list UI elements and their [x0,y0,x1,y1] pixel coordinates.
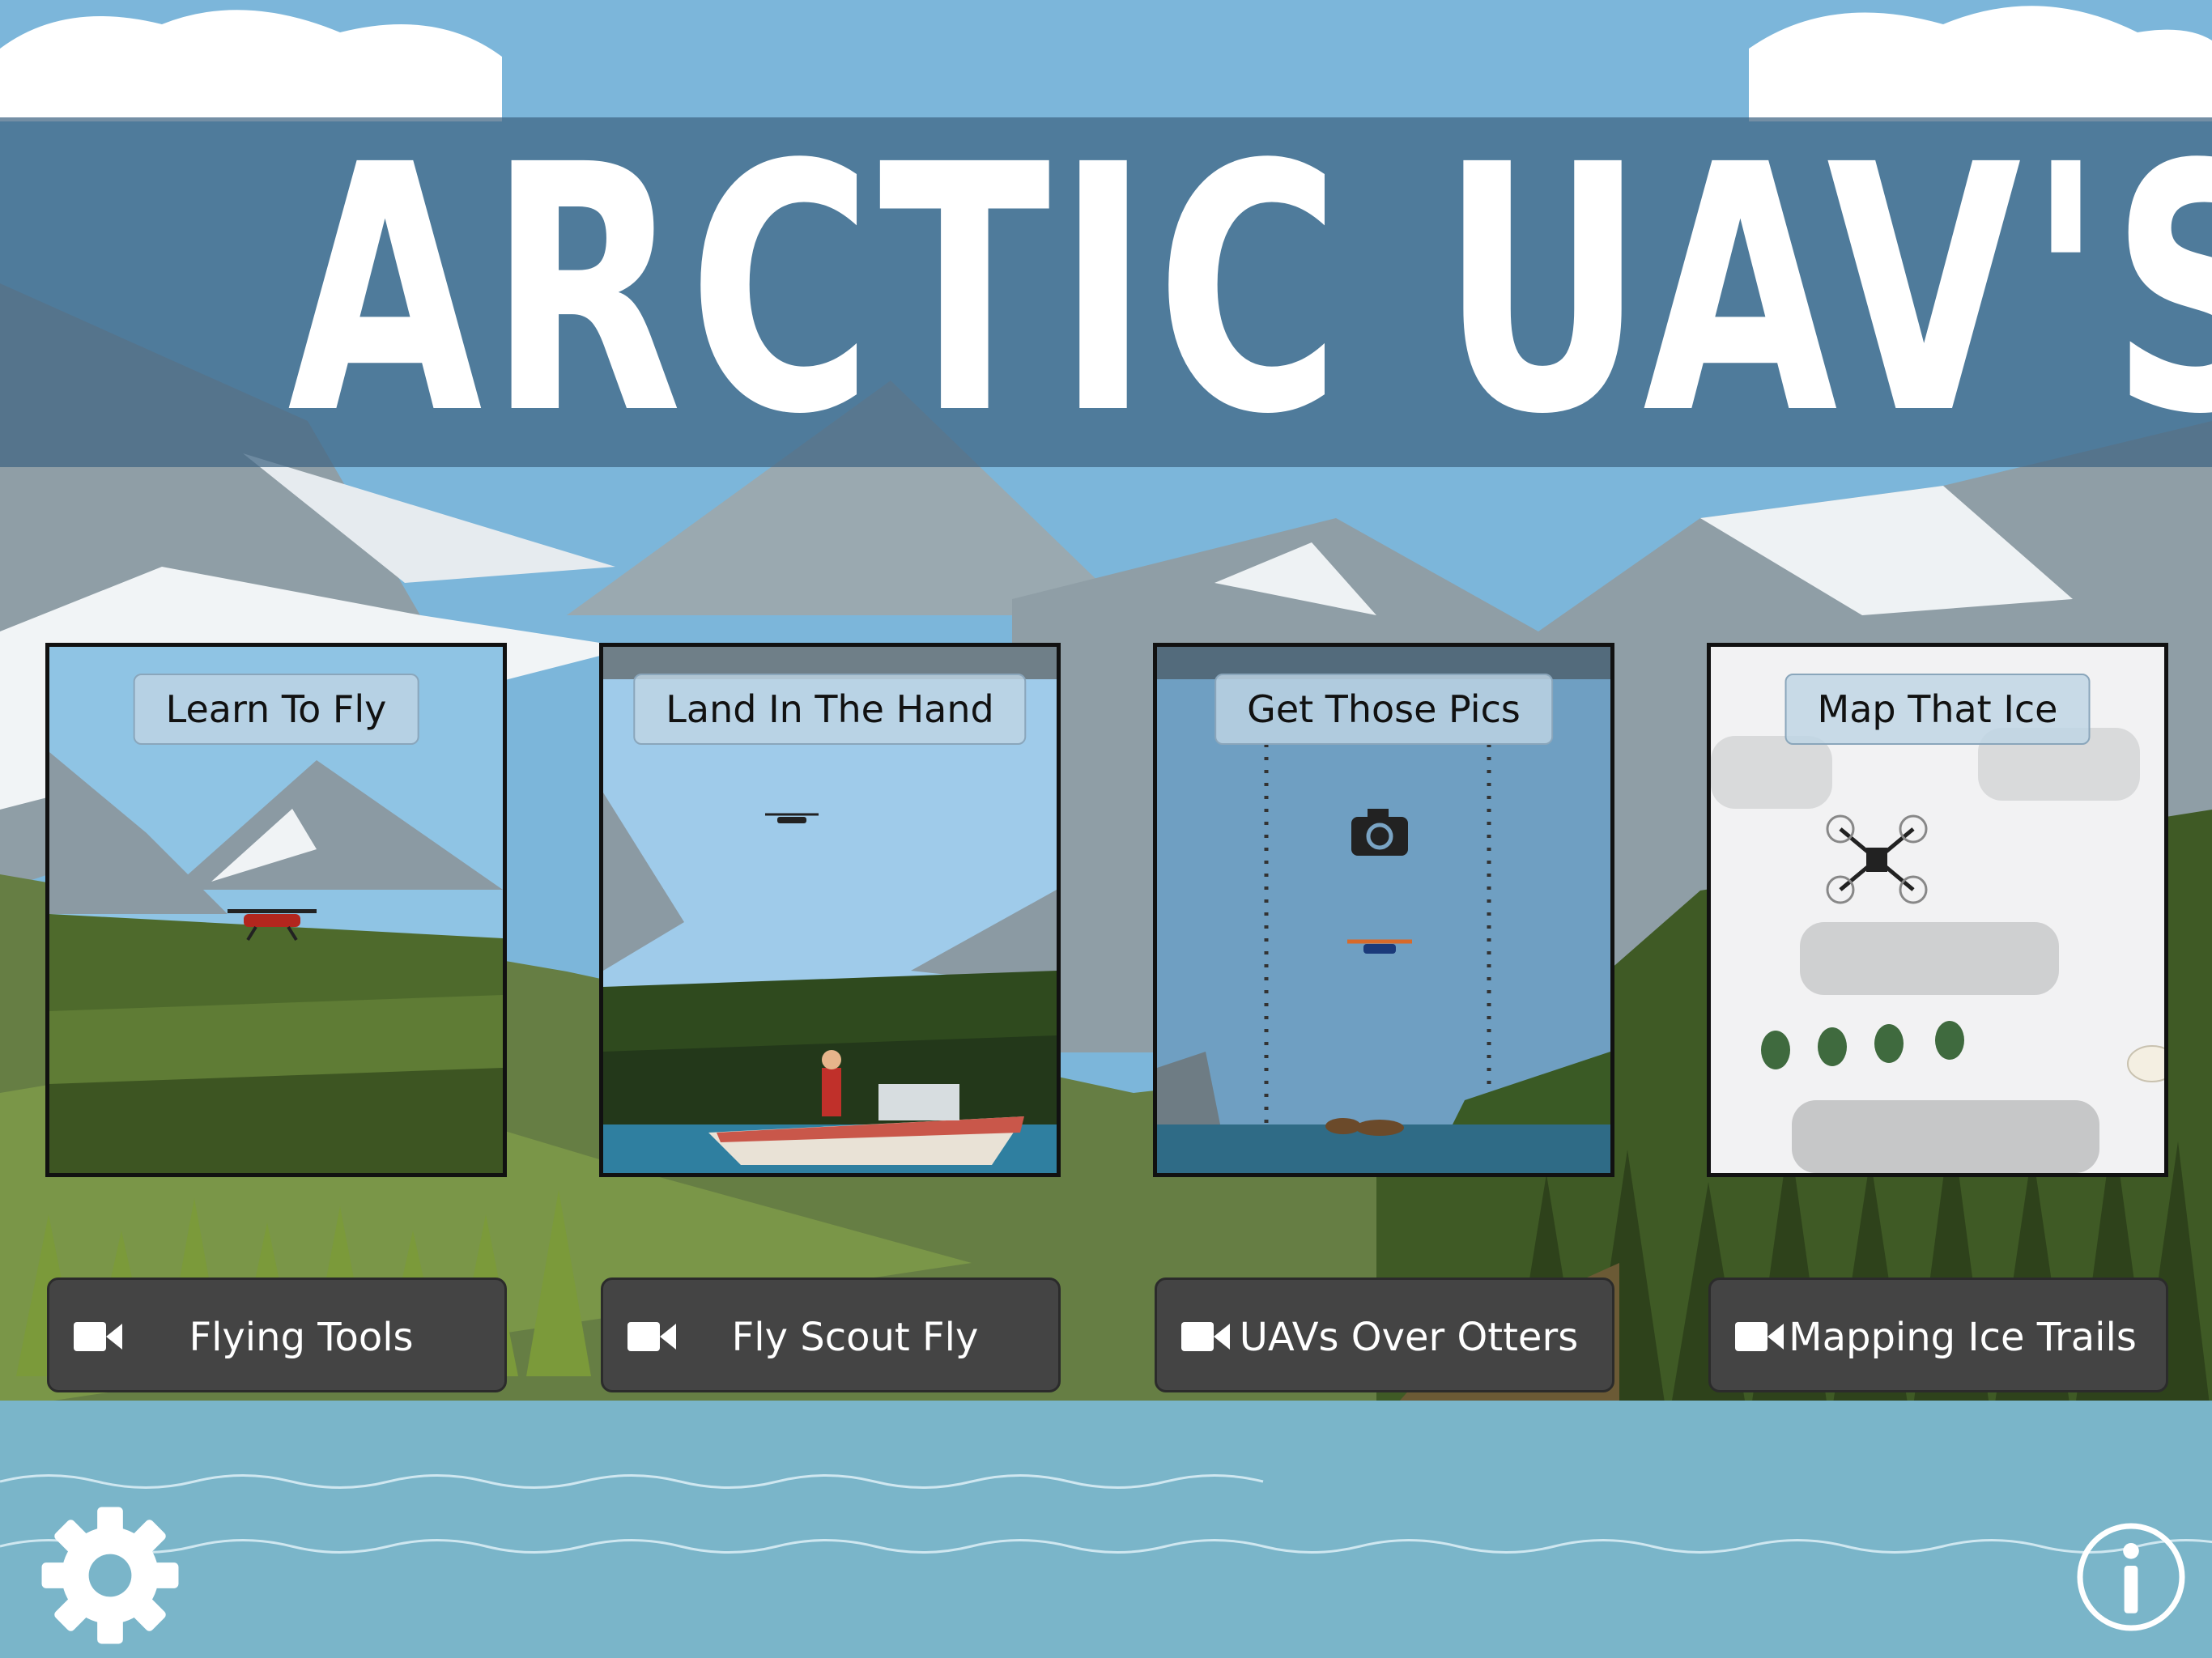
video-button-fly-scout-fly[interactable]: Fly Scout Fly [601,1278,1061,1392]
card-label: Map That Ice [1784,674,2091,745]
video-button-label: Fly Scout Fly [731,1315,979,1360]
video-button-label: UAVs Over Otters [1239,1315,1579,1360]
game-card-get-those-pics[interactable]: Get Those Pics [1153,643,1614,1177]
video-button-label: Flying Tools [189,1315,414,1360]
card-label: Learn To Fly [133,674,419,745]
card-label: Get Those Pics [1214,674,1553,745]
game-card-learn-to-fly[interactable]: Learn To Fly [45,643,507,1177]
game-card-map-that-ice[interactable]: Map That Ice [1707,643,2168,1177]
settings-gear-icon[interactable] [39,1504,181,1647]
game-card-land-in-the-hand[interactable]: Land In The Hand [599,643,1061,1177]
app-title: ARCTIC UAV'S [287,93,2212,489]
info-icon[interactable] [2074,1520,2188,1634]
video-button-mapping-ice-trails[interactable]: Mapping Ice Trails [1708,1278,2168,1392]
video-button-flying-tools[interactable]: Flying Tools [47,1278,507,1392]
card-label: Land In The Hand [633,674,1027,745]
video-button-uavs-over-otters[interactable]: UAVs Over Otters [1155,1278,1614,1392]
video-button-label: Mapping Ice Trails [1789,1315,2137,1360]
